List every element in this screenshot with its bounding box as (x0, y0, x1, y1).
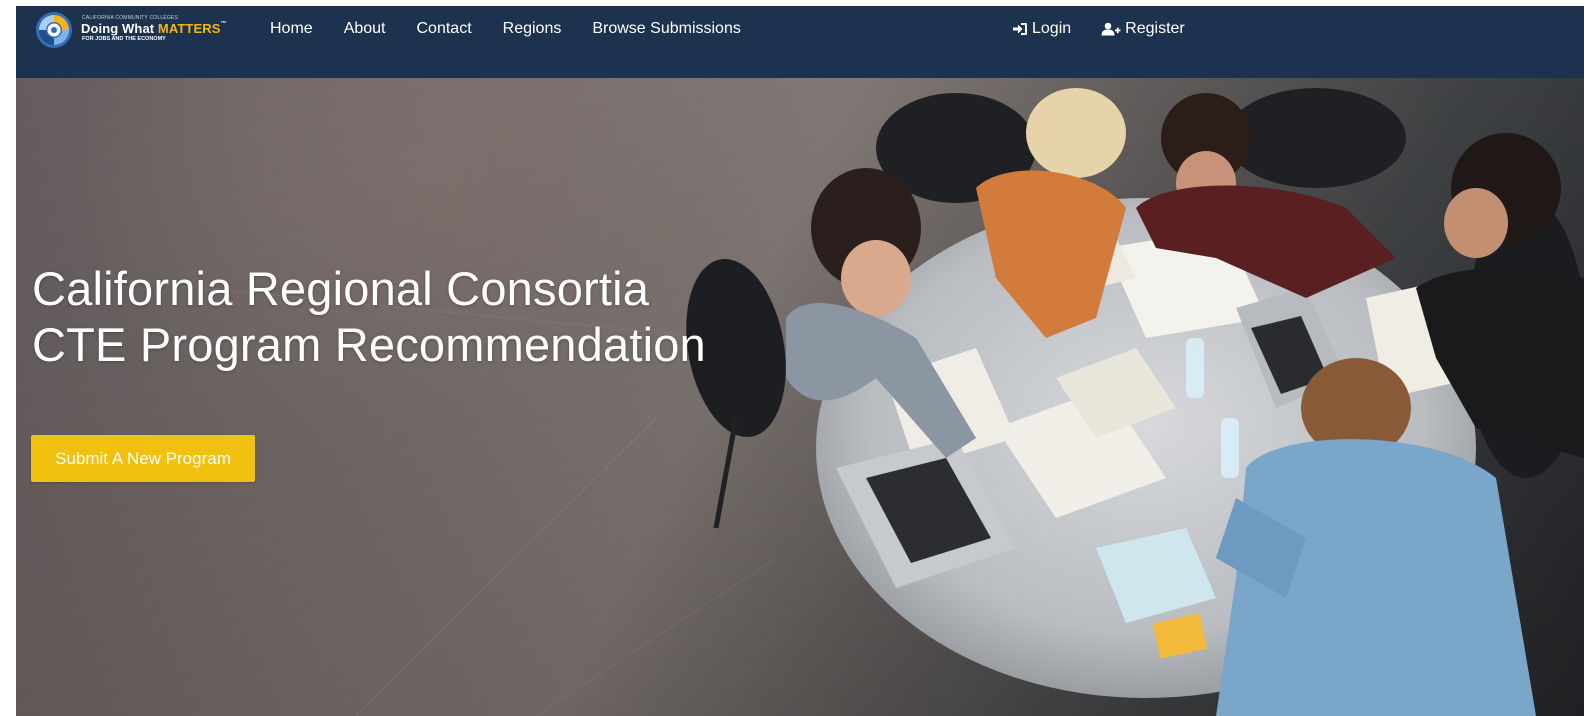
register-link[interactable]: Register (1101, 19, 1185, 39)
hero-banner: California Regional Consortia CTE Progra… (16, 78, 1584, 716)
user-plus-icon (1101, 22, 1121, 36)
hero-title-line-1: California Regional Consortia (32, 262, 650, 315)
page-frame: California Community Colleges Doing What… (16, 6, 1584, 716)
submit-new-program-button[interactable]: Submit A New Program (31, 435, 255, 482)
brand-trademark: ™ (220, 21, 227, 27)
brand-tagline: For Jobs and the Economy (82, 36, 166, 42)
swirl-logo-icon (36, 12, 72, 48)
nav-link-browse-submissions[interactable]: Browse Submissions (576, 19, 756, 39)
hero-background-photo (16, 78, 1584, 716)
login-link[interactable]: Login (1012, 19, 1071, 39)
top-navbar: California Community Colleges Doing What… (16, 6, 1584, 78)
auth-nav: Login Register (1012, 19, 1215, 39)
register-label: Register (1125, 20, 1185, 37)
main-nav: Home About Contact Regions Browse Submis… (270, 19, 756, 39)
nav-link-home[interactable]: Home (270, 19, 328, 39)
nav-link-about[interactable]: About (328, 19, 401, 39)
hero-title-line-2: CTE Program Recommendation (32, 318, 706, 371)
brand-name-accent: MATTERS (157, 21, 221, 36)
brand-logo[interactable]: California Community Colleges Doing What… (34, 10, 234, 50)
hero-title: California Regional Consortia CTE Progra… (32, 261, 706, 373)
brand-name: Doing What MATTERS™ (81, 21, 227, 36)
nav-link-contact[interactable]: Contact (401, 19, 487, 39)
sign-in-icon (1013, 23, 1027, 35)
nav-link-regions[interactable]: Regions (487, 19, 577, 39)
login-label: Login (1032, 20, 1072, 37)
brand-name-plain: Doing What (81, 21, 158, 36)
